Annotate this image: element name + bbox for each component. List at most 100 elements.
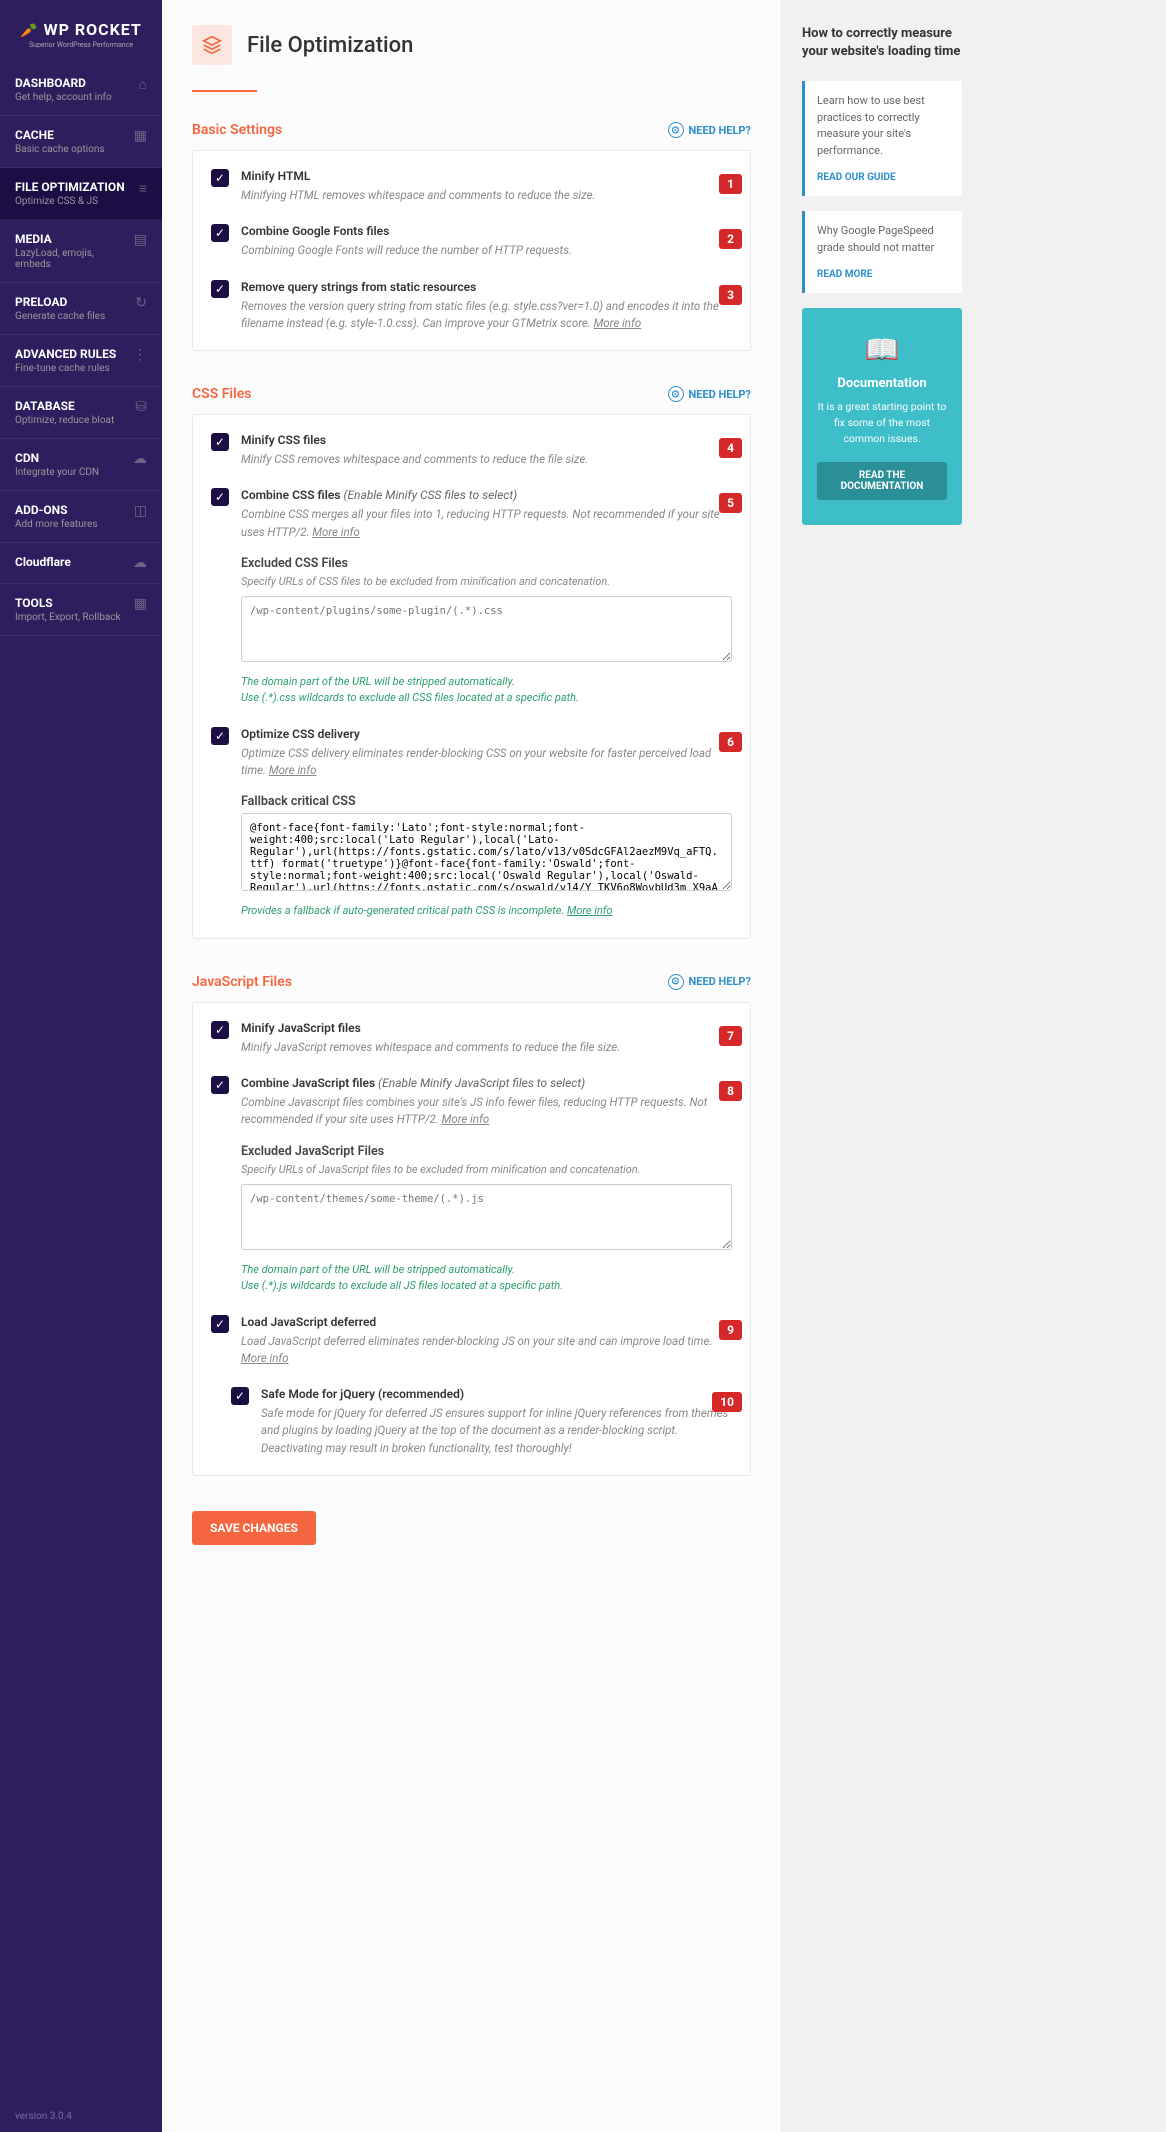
- safemode-desc: Safe mode for jQuery for deferred JS ens…: [261, 1405, 732, 1457]
- sidebar: 🥕 WP ROCKET Superior WordPress Performan…: [0, 0, 162, 2132]
- opt-label: Combine Google Fonts files: [241, 224, 732, 238]
- combine-js-desc: Combine Javascript files combines your s…: [241, 1094, 732, 1129]
- optimize-css-desc: Optimize CSS delivery eliminates render-…: [241, 745, 732, 780]
- checkbox[interactable]: ✓: [211, 280, 229, 298]
- badge: 5: [719, 493, 742, 513]
- excluded-js-note: The domain part of the URL will be strip…: [241, 1262, 732, 1295]
- sidebar-item-media[interactable]: MEDIALazyLoad, emojis, embeds▤: [0, 220, 162, 283]
- badge: 4: [719, 438, 742, 458]
- nav-icon: ☁: [133, 555, 147, 571]
- help-icon: ⊙: [668, 386, 684, 402]
- need-help-link[interactable]: ⊙NEED HELP?: [668, 386, 752, 402]
- badge: 1: [719, 174, 742, 194]
- excluded-css-desc: Specify URLs of CSS files to be excluded…: [241, 575, 732, 588]
- more-info-link[interactable]: More info: [312, 525, 360, 539]
- sidebar-item-add-ons[interactable]: ADD-ONSAdd more features◫: [0, 491, 162, 543]
- optimize-css-label: Optimize CSS delivery: [241, 727, 732, 741]
- book-icon: 📖: [817, 333, 947, 366]
- help-icon: ⊙: [668, 974, 684, 990]
- read-guide-link[interactable]: READ OUR GUIDE: [817, 172, 896, 183]
- nav-icon: ⛁: [135, 399, 147, 415]
- defer-js-desc: Load JavaScript deferred eliminates rend…: [241, 1333, 732, 1368]
- sidebar-item-file-optimization[interactable]: FILE OPTIMIZATIONOptimize CSS & JS≡: [0, 168, 162, 220]
- badge: 9: [719, 1320, 742, 1340]
- excluded-js-input[interactable]: [241, 1184, 732, 1250]
- more-info-link[interactable]: More info: [269, 763, 317, 777]
- minify-css-label: Minify CSS files: [241, 433, 732, 447]
- checkbox[interactable]: ✓: [211, 224, 229, 242]
- read-documentation-button[interactable]: READ THE DOCUMENTATION: [817, 462, 947, 500]
- opt-label: Minify HTML: [241, 169, 732, 183]
- excluded-js-title: Excluded JavaScript Files: [241, 1144, 732, 1159]
- defer-js-label: Load JavaScript deferred: [241, 1315, 732, 1329]
- sidebar-item-cdn[interactable]: CDNIntegrate your CDN☁: [0, 439, 162, 491]
- checkbox-combine-js[interactable]: ✓: [211, 1076, 229, 1094]
- sidebar-item-dashboard[interactable]: DASHBOARDGet help, account info⌂: [0, 64, 162, 116]
- need-help-link[interactable]: ⊙NEED HELP?: [668, 122, 752, 138]
- fallback-css-input[interactable]: [241, 813, 732, 891]
- checkbox-combine-css[interactable]: ✓: [211, 488, 229, 506]
- nav-icon: ▦: [134, 128, 147, 144]
- fallback-note: Provides a fallback if auto-generated cr…: [241, 903, 732, 920]
- checkbox-defer-js[interactable]: ✓: [211, 1315, 229, 1333]
- nav-icon: ≡: [139, 180, 147, 197]
- excluded-js-desc: Specify URLs of JavaScript files to be e…: [241, 1163, 732, 1176]
- combine-css-label: Combine CSS files (Enable Minify CSS fil…: [241, 488, 732, 502]
- aside: How to correctly measure your website's …: [782, 0, 982, 2132]
- combine-css-desc: Combine CSS merges all your files into 1…: [241, 506, 732, 541]
- aside-card-pagespeed: Why Google PageSpeed grade should not ma…: [802, 211, 962, 293]
- nav-icon: ▤: [134, 232, 147, 248]
- read-more-link[interactable]: READ MORE: [817, 269, 872, 280]
- safemode-label: Safe Mode for jQuery (recommended): [261, 1387, 732, 1401]
- checkbox-minify-js[interactable]: ✓: [211, 1021, 229, 1039]
- checkbox-safemode[interactable]: ✓: [231, 1387, 249, 1405]
- rocket-icon: 🥕: [20, 23, 38, 39]
- version-label: version 3.0.4: [15, 2111, 72, 2122]
- sidebar-item-database[interactable]: DATABASEOptimize, reduce bloat⛁: [0, 387, 162, 439]
- minify-js-label: Minify JavaScript files: [241, 1021, 732, 1035]
- logo: 🥕 WP ROCKET Superior WordPress Performan…: [0, 0, 162, 64]
- opt-desc: Combining Google Fonts will reduce the n…: [241, 242, 732, 259]
- help-icon: ⊙: [668, 122, 684, 138]
- nav-icon: ☁: [133, 451, 147, 467]
- badge: 10: [712, 1392, 742, 1412]
- sidebar-item-advanced-rules[interactable]: ADVANCED RULESFine-tune cache rules⋮: [0, 335, 162, 387]
- more-info-link[interactable]: More info: [442, 1112, 490, 1126]
- combine-js-label: Combine JavaScript files (Enable Minify …: [241, 1076, 732, 1090]
- minify-js-desc: Minify JavaScript removes whitespace and…: [241, 1039, 732, 1056]
- section-css-title: CSS Files: [192, 386, 251, 402]
- opt-desc: Removes the version query string from st…: [241, 298, 732, 333]
- minify-css-desc: Minify CSS removes whitespace and commen…: [241, 451, 732, 468]
- more-info-link[interactable]: More info: [567, 904, 613, 917]
- excluded-css-title: Excluded CSS Files: [241, 556, 732, 571]
- more-info-link[interactable]: More info: [241, 1351, 289, 1365]
- sidebar-item-preload[interactable]: PRELOADGenerate cache files↻: [0, 283, 162, 335]
- checkbox-optimize-css[interactable]: ✓: [211, 727, 229, 745]
- need-help-link[interactable]: ⊙NEED HELP?: [668, 974, 752, 990]
- opt-desc: Minifying HTML removes whitespace and co…: [241, 187, 732, 204]
- page-title: File Optimization: [247, 33, 413, 58]
- sidebar-item-cache[interactable]: CACHEBasic cache options▦: [0, 116, 162, 168]
- opt-label: Remove query strings from static resourc…: [241, 280, 732, 294]
- save-button[interactable]: SAVE CHANGES: [192, 1511, 316, 1545]
- nav-icon: ⌂: [139, 76, 147, 93]
- main-content: File Optimization Basic Settings ⊙NEED H…: [162, 0, 782, 2132]
- checkbox[interactable]: ✓: [211, 169, 229, 187]
- page-icon: [192, 25, 232, 65]
- nav-icon: ▦: [134, 596, 147, 612]
- section-basic-title: Basic Settings: [192, 122, 282, 138]
- fallback-css-title: Fallback critical CSS: [241, 794, 732, 809]
- nav-icon: ◫: [134, 503, 147, 519]
- badge: 8: [719, 1081, 742, 1101]
- sidebar-item-cloudflare[interactable]: Cloudflare☁: [0, 543, 162, 584]
- more-info-link[interactable]: More info: [594, 316, 642, 330]
- excluded-css-note: The domain part of the URL will be strip…: [241, 674, 732, 707]
- checkbox-minify-css[interactable]: ✓: [211, 433, 229, 451]
- nav-icon: ↻: [135, 295, 147, 311]
- documentation-card: 📖 Documentation It is a great starting p…: [802, 308, 962, 524]
- badge: 6: [719, 732, 742, 752]
- badge: 2: [719, 229, 742, 249]
- badge: 7: [719, 1026, 742, 1046]
- sidebar-item-tools[interactable]: TOOLSImport, Export, Rollback▦: [0, 584, 162, 636]
- excluded-css-input[interactable]: [241, 596, 732, 662]
